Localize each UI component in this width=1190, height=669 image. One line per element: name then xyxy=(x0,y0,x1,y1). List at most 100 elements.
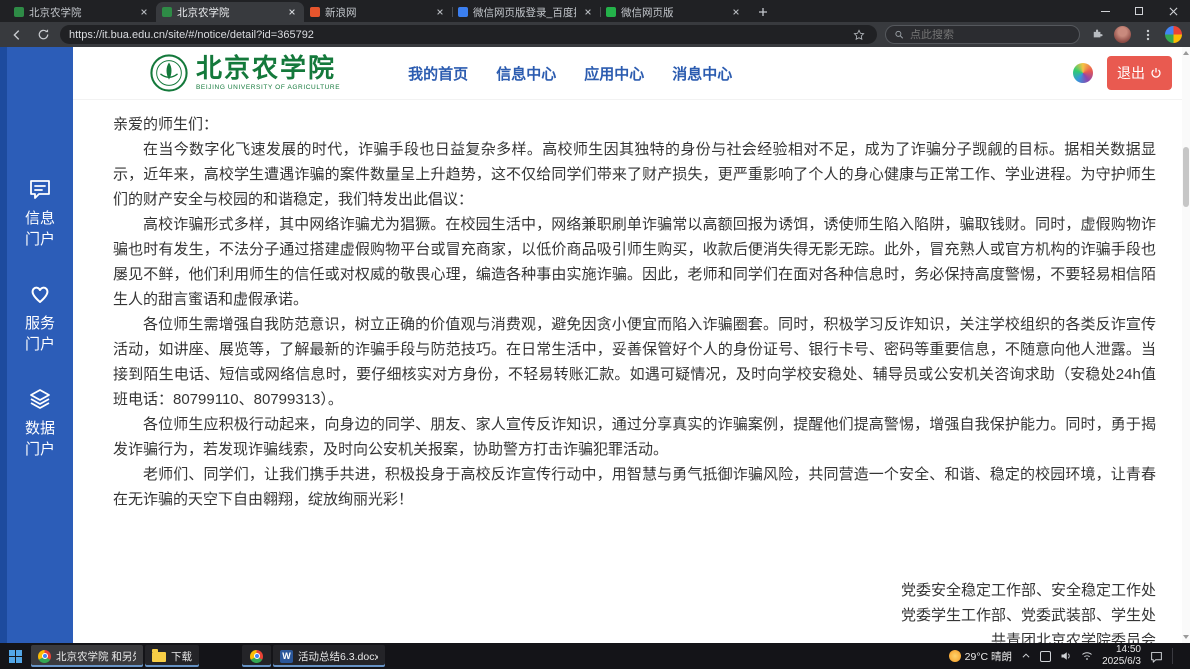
avatar[interactable] xyxy=(1114,26,1131,43)
logout-button[interactable]: 退出 xyxy=(1107,56,1172,90)
close-icon xyxy=(1169,7,1178,16)
start-button[interactable] xyxy=(0,643,30,669)
browser-tab-1[interactable]: 北京农学院 xyxy=(8,2,156,22)
clock-date: 2025/6/3 xyxy=(1102,656,1141,668)
heart-icon xyxy=(28,282,52,306)
address-bar[interactable]: https://it.bua.edu.cn/site/#/notice/deta… xyxy=(60,25,877,44)
sidebar-item-service-portal[interactable]: 服务门户 xyxy=(23,282,57,355)
logo-text: 北京农学院 BEIJING UNIVERSITY OF AGRICULTURE xyxy=(196,56,340,91)
sidebar-item-data-portal[interactable]: 数据门户 xyxy=(23,387,57,460)
tab-close-icon[interactable] xyxy=(729,6,742,19)
signature-line: 党委学生工作部、党委武装部、学生处 xyxy=(113,603,1156,628)
notice-paragraph: 各位师生需增强自我防范意识，树立正确的价值观与消费观，避免因贪小便宜而陷入诈骗圈… xyxy=(113,312,1156,412)
action-center-icon[interactable] xyxy=(1150,650,1163,663)
browser-icon xyxy=(38,650,51,663)
logout-label: 退出 xyxy=(1117,63,1145,83)
taskbar-app-label: 北京农学院 和另外... xyxy=(56,649,136,664)
tab-close-icon[interactable] xyxy=(581,6,594,19)
scrollbar-up-icon[interactable] xyxy=(1183,51,1189,55)
sidebar-item-label: 服务门户 xyxy=(23,313,57,355)
scrollbar-thumb[interactable] xyxy=(1183,147,1189,207)
url-text[interactable]: https://it.bua.edu.cn/site/#/notice/deta… xyxy=(69,29,844,41)
nav-my-home[interactable]: 我的首页 xyxy=(408,63,468,84)
browser-profile-icon[interactable] xyxy=(1165,26,1182,43)
tab-title: 新浪网 xyxy=(325,5,428,20)
close-button[interactable] xyxy=(1156,0,1190,22)
notice-paragraph: 在当今数字化飞速发展的时代，诈骗手段也日益复杂多样。高校师生因其独特的身份与社会… xyxy=(113,137,1156,212)
browser-toolbar: https://it.bua.edu.cn/site/#/notice/deta… xyxy=(0,22,1190,47)
header-right: 退出 xyxy=(1073,56,1190,90)
taskbar-app-chrome[interactable] xyxy=(242,645,271,667)
tab-title: 北京农学院 xyxy=(29,5,132,20)
power-icon xyxy=(1150,67,1162,79)
extensions-icon[interactable] xyxy=(1088,26,1106,44)
browser-tab-3[interactable]: 新浪网 xyxy=(304,2,452,22)
browser-tab-5[interactable]: 微信网页版 xyxy=(600,2,748,22)
maximize-icon xyxy=(1135,7,1143,15)
network-icon[interactable] xyxy=(1081,650,1093,662)
taskbar-weather[interactable]: 29°C 晴朗 xyxy=(949,649,1012,664)
sidebar-item-info-portal[interactable]: 信息门户 xyxy=(23,177,57,250)
sidebar-item-label: 数据门户 xyxy=(23,418,57,460)
site-favicon xyxy=(458,7,468,17)
browser-tab-4[interactable]: 微信网页版登录_百度搜索 xyxy=(452,2,600,22)
minimize-button[interactable] xyxy=(1088,0,1122,22)
chat-icon xyxy=(28,177,52,201)
university-emblem-icon xyxy=(150,54,188,92)
sidebar-item-label: 信息门户 xyxy=(23,208,57,250)
portal-sidebar: 信息门户 服务门户 数据门户 xyxy=(0,47,73,643)
logo-en: BEIJING UNIVERSITY OF AGRICULTURE xyxy=(196,84,340,91)
taskbar-app-browser[interactable]: 北京农学院 和另外... xyxy=(31,645,143,667)
site-favicon xyxy=(606,7,616,17)
search-input[interactable] xyxy=(910,29,1071,41)
taskbar-app-downloads[interactable]: 下载 xyxy=(145,645,199,667)
taskbar-divider xyxy=(1172,648,1173,664)
signature-line: 共青团北京农学院委员会 xyxy=(113,628,1156,643)
maximize-button[interactable] xyxy=(1122,0,1156,22)
portal-header: 北京农学院 BEIJING UNIVERSITY OF AGRICULTURE … xyxy=(73,47,1190,99)
nav-message-center[interactable]: 消息中心 xyxy=(672,63,732,84)
tab-close-icon[interactable] xyxy=(137,6,150,19)
notice-paragraph: 高校诈骗形式多样，其中网络诈骗尤为猖獗。在校园生活中，网络兼职刷单诈骗常以高额回… xyxy=(113,212,1156,312)
tab-title: 微信网页版 xyxy=(621,5,724,20)
scrollbar-down-icon[interactable] xyxy=(1183,635,1189,639)
nav-info-center[interactable]: 信息中心 xyxy=(496,63,556,84)
taskbar-app-word[interactable]: W 活动总结6.3.docx ... xyxy=(273,645,385,667)
back-button[interactable] xyxy=(8,26,26,44)
notice-content: 亲爱的师生们： 在当今数字化飞速发展的时代，诈骗手段也日益复杂多样。高校师生因其… xyxy=(73,99,1190,643)
browser-tab-2-active[interactable]: 北京农学院 xyxy=(156,2,304,22)
tray-chevron-up-icon[interactable] xyxy=(1021,651,1031,661)
volume-icon[interactable] xyxy=(1060,650,1072,662)
portal-page: 信息门户 服务门户 数据门户 xyxy=(0,47,1190,643)
folder-icon xyxy=(152,652,166,662)
chrome-icon xyxy=(250,650,263,663)
tab-close-icon[interactable] xyxy=(433,6,446,19)
tab-title: 北京农学院 xyxy=(177,5,280,20)
tab-close-icon[interactable] xyxy=(285,6,298,19)
site-favicon xyxy=(162,7,172,17)
bookmark-star-icon[interactable] xyxy=(850,26,868,44)
university-logo: 北京农学院 BEIJING UNIVERSITY OF AGRICULTURE xyxy=(150,54,340,92)
refresh-button[interactable] xyxy=(34,26,52,44)
system-tray: 29°C 晴朗 14:50 2025/6/3 xyxy=(949,643,1190,669)
input-method-icon[interactable] xyxy=(1040,651,1051,662)
weather-sun-icon xyxy=(949,650,961,662)
scrollbar[interactable] xyxy=(1182,47,1190,643)
notice-salutation: 亲爱的师生们： xyxy=(113,112,1156,137)
notice-signatures: 党委安全稳定工作部、安全稳定工作处 党委学生工作部、党委武装部、学生处 共青团北… xyxy=(113,578,1156,643)
nav-app-center[interactable]: 应用中心 xyxy=(584,63,644,84)
windows-taskbar: 北京农学院 和另外... 下载 W 活动总结6.3.docx ... 29°C … xyxy=(0,643,1190,669)
menu-dots-icon[interactable] xyxy=(1139,26,1157,44)
search-icon xyxy=(894,29,904,40)
browser-search-box[interactable] xyxy=(885,25,1080,44)
clock-time: 14:50 xyxy=(1102,644,1141,656)
browser-tabstrip: 北京农学院 北京农学院 新浪网 微信网页版登录_百度搜索 xyxy=(0,0,1190,22)
notice-paragraph: 老师们、同学们，让我们携手共进，积极投身于高校反诈宣传行动中，用智慧与勇气抵御诈… xyxy=(113,462,1156,512)
notice-paragraph: 各位师生应积极行动起来，向身边的同学、朋友、家人宣传反诈知识，通过分享真实的诈骗… xyxy=(113,412,1156,462)
screen: 北京农学院 北京农学院 新浪网 微信网页版登录_百度搜索 xyxy=(0,0,1190,669)
new-tab-button[interactable] xyxy=(752,2,774,22)
logo-cn: 北京农学院 xyxy=(196,56,340,82)
portal-nav: 我的首页 信息中心 应用中心 消息中心 xyxy=(408,63,732,84)
taskbar-clock[interactable]: 14:50 2025/6/3 xyxy=(1102,644,1141,668)
theme-palette-icon[interactable] xyxy=(1073,63,1093,83)
